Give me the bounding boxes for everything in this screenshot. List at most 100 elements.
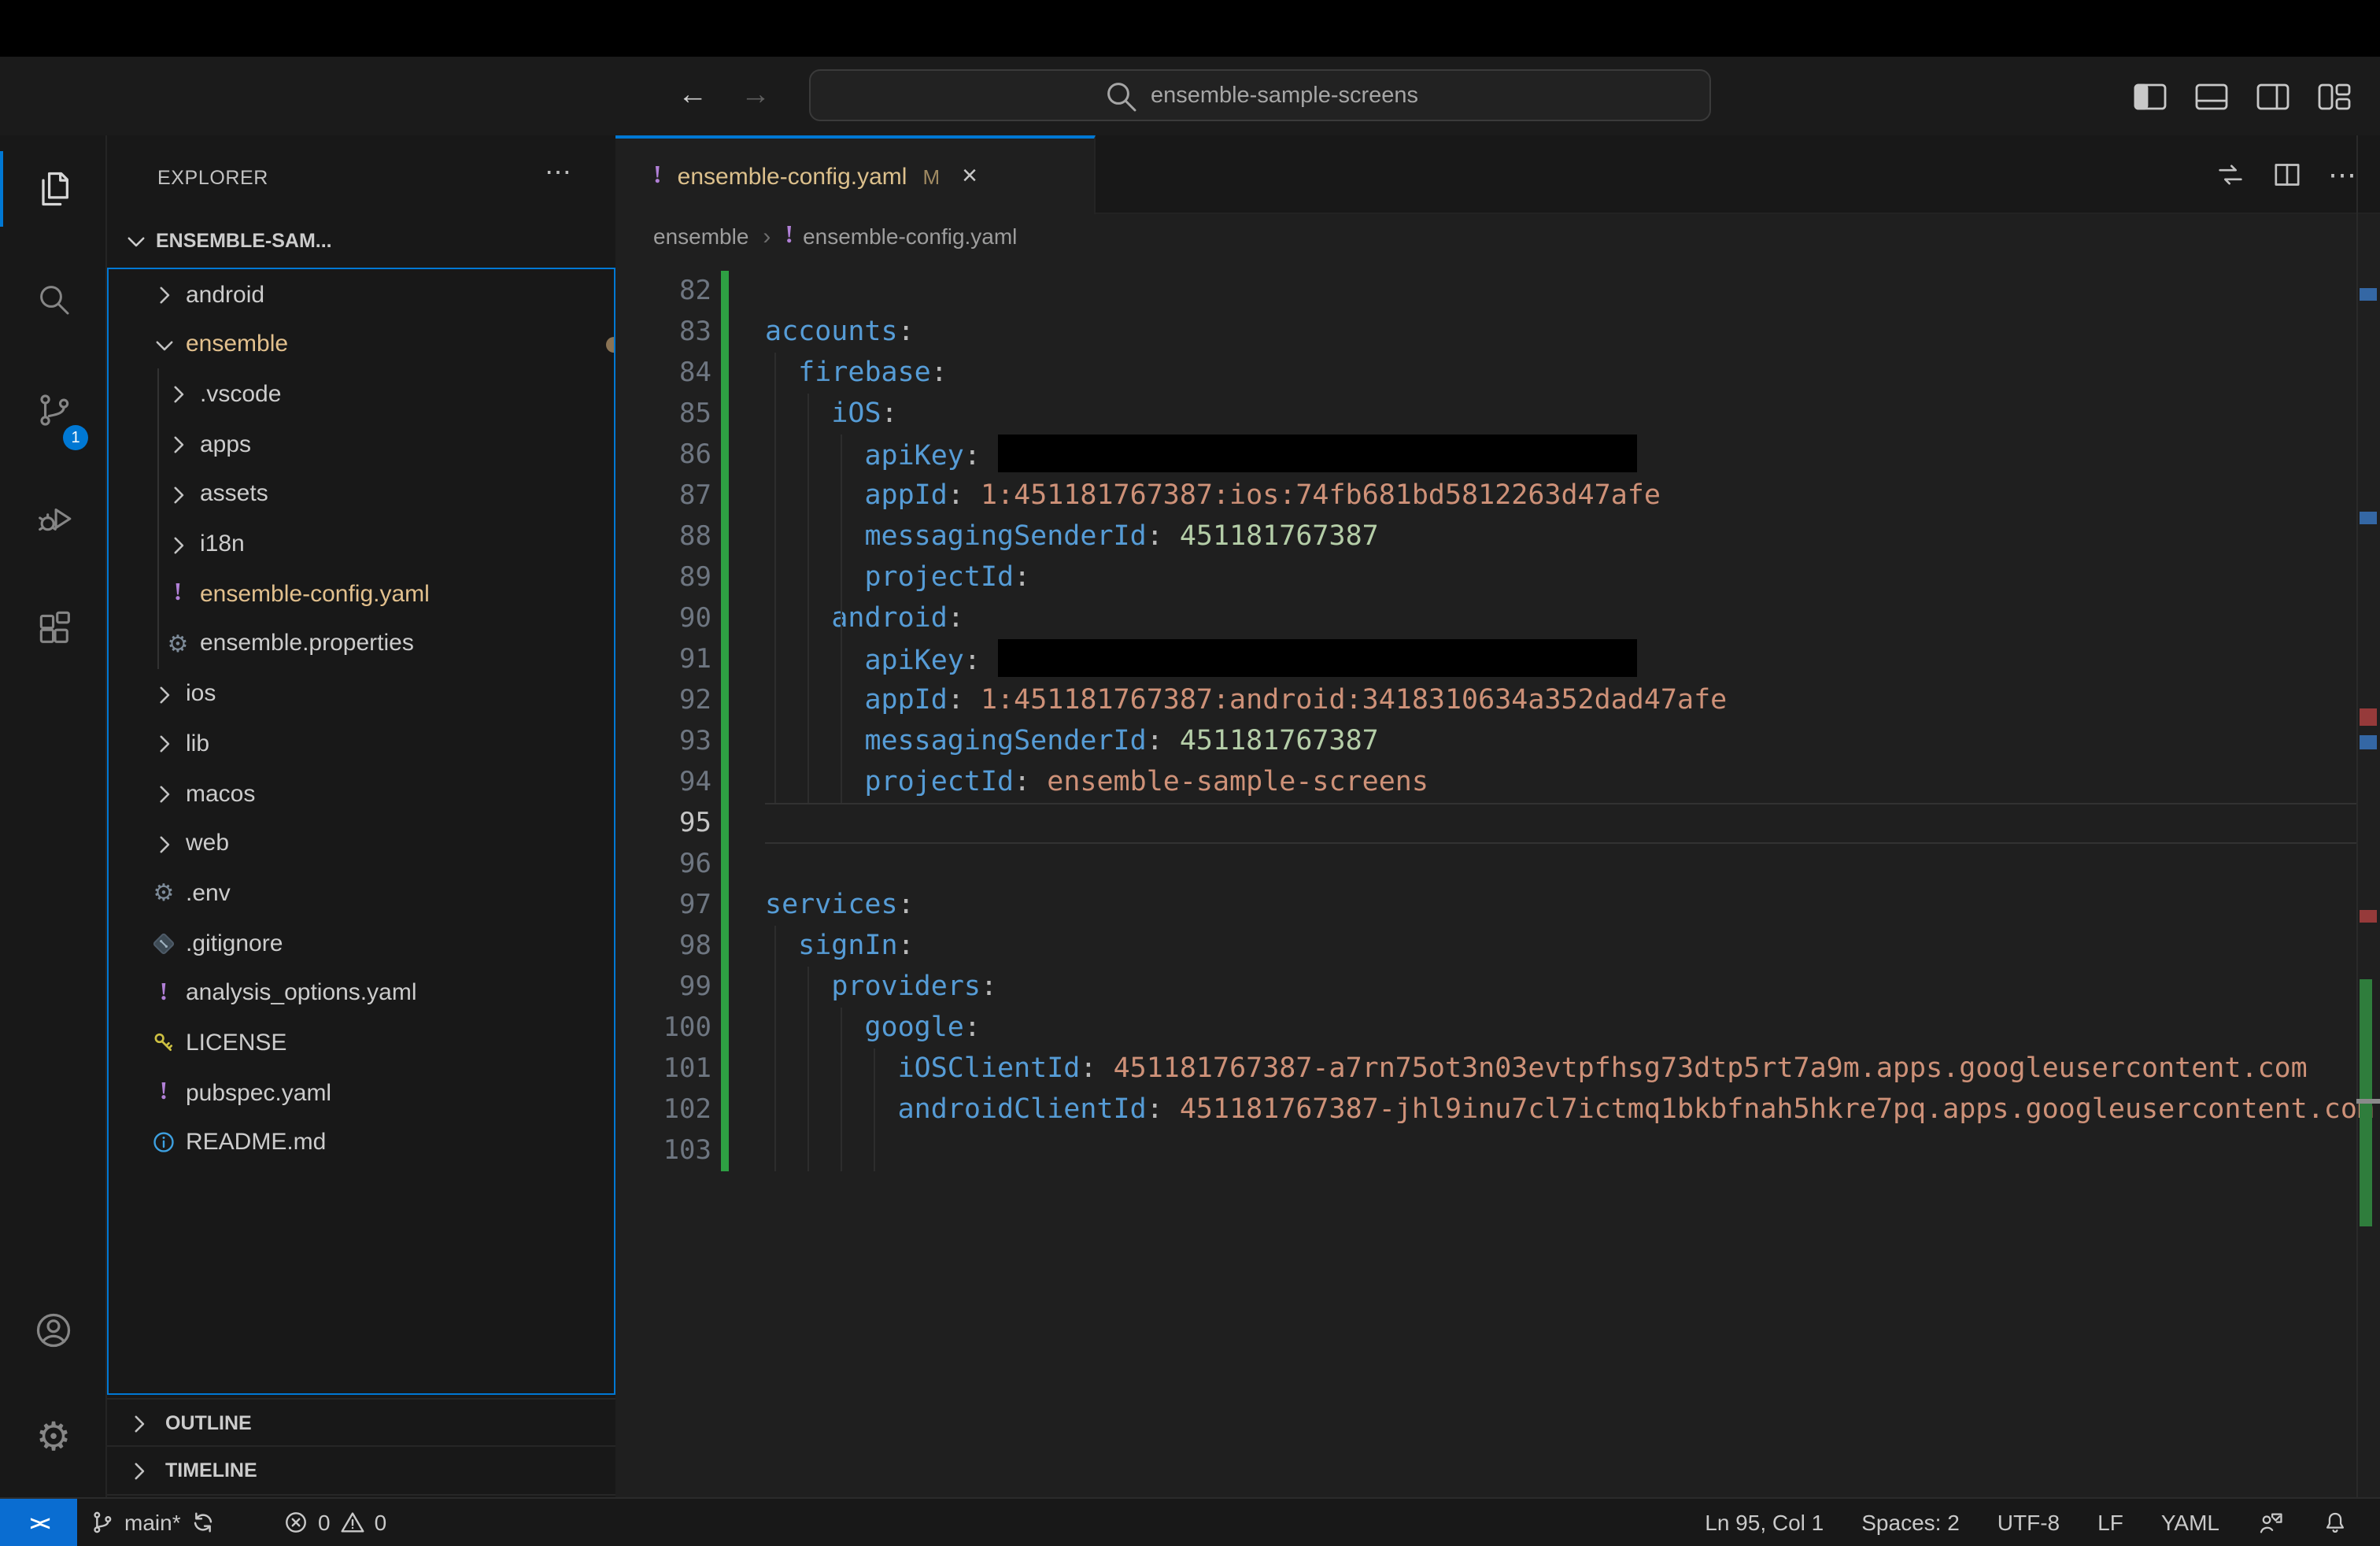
tree-item--vscode[interactable]: .vscode: [109, 369, 615, 420]
code-line-92[interactable]: 92 appId: 1:451181767387:android:3418310…: [615, 680, 2380, 721]
tree-item-license[interactable]: LICENSE: [109, 1018, 615, 1068]
code-text: services:: [765, 885, 915, 926]
feedback-icon[interactable]: [2257, 1509, 2284, 1536]
activity-item-explorer[interactable]: [0, 151, 107, 227]
eol-status[interactable]: LF: [2097, 1510, 2123, 1535]
branch-status[interactable]: main*: [90, 1510, 216, 1535]
workspace-section-header[interactable]: ENSEMBLE-SAM...: [107, 214, 615, 268]
search-input[interactable]: ensemble-sample-screens: [809, 69, 1711, 121]
tree-item-ios[interactable]: ios: [109, 668, 615, 719]
git-added-gutter: [721, 516, 729, 557]
code-line-100[interactable]: 100 google:: [615, 1008, 2380, 1049]
customize-layout-icon[interactable]: [2317, 81, 2352, 111]
chevron-right-icon: [165, 382, 190, 407]
tree-item-android[interactable]: android: [109, 269, 615, 320]
tree-item-analysis-options-yaml[interactable]: !analysis_options.yaml: [109, 968, 615, 1019]
more-actions-icon[interactable]: ⋯: [545, 157, 571, 189]
overview-ruler[interactable]: [2356, 135, 2358, 1497]
chevron-down-icon: [123, 227, 150, 254]
tree-item-label: lib: [186, 730, 209, 757]
indent-guide: [774, 353, 775, 803]
code-line-94[interactable]: 94 projectId: ensemble-sample-screens: [615, 762, 2380, 803]
code-line-90[interactable]: 90 android:: [615, 598, 2380, 639]
indent-guide: [840, 1008, 841, 1171]
activity-item-search[interactable]: [0, 261, 107, 337]
tree-item-readme-md[interactable]: README.md: [109, 1118, 615, 1168]
tree-item-apps[interactable]: apps: [109, 419, 615, 469]
code-editor[interactable]: 8283accounts:84 firebase:85 iOS:86 apiKe…: [615, 135, 2380, 1497]
forward-button[interactable]: →: [732, 57, 779, 135]
code-line-82[interactable]: 82: [615, 271, 2380, 312]
activity-item-run-debug[interactable]: [0, 480, 107, 556]
sidebar-panel-timeline[interactable]: TIMELINE: [107, 1445, 615, 1496]
gear-file-icon: ⚙: [165, 631, 190, 656]
indent-guide: [840, 435, 841, 803]
activity-item-source-control[interactable]: 1: [0, 372, 107, 447]
toggle-panel-icon[interactable]: [2194, 81, 2229, 111]
editor-group: ! ensemble-config.yaml M × ⋯ ensemble›!e…: [615, 135, 2380, 1497]
sync-icon: [190, 1510, 216, 1535]
code-line-97[interactable]: 97services:: [615, 885, 2380, 926]
git-added-gutter: [721, 353, 729, 394]
git-added-gutter: [721, 680, 729, 721]
file-tree: androidensemble .vscode appsassetsi18n!ens…: [107, 268, 615, 1395]
sidebar-panel-outline[interactable]: OUTLINE: [107, 1398, 615, 1447]
code-text: firebase:: [765, 353, 948, 394]
tree-item-i18n[interactable]: i18n: [109, 519, 615, 569]
tree-item-label: web: [186, 830, 229, 856]
line-number: 90: [615, 598, 711, 639]
tree-item-pubspec-yaml[interactable]: !pubspec.yaml: [109, 1067, 615, 1118]
code-line-85[interactable]: 85 iOS:: [615, 394, 2380, 435]
tree-item-web[interactable]: web: [109, 818, 615, 868]
chevron-right-icon: [151, 731, 176, 756]
error-count: 0: [318, 1510, 331, 1535]
bell-icon[interactable]: [2322, 1509, 2349, 1536]
code-line-91[interactable]: 91 apiKey:: [615, 639, 2380, 680]
chevron-right-icon: [126, 1457, 153, 1484]
tree-item-lib[interactable]: lib: [109, 719, 615, 769]
encoding-status[interactable]: UTF-8: [1998, 1510, 2060, 1535]
warning-count: 0: [375, 1510, 387, 1535]
language-mode[interactable]: YAML: [2161, 1510, 2219, 1535]
tree-item-label: .vscode: [200, 381, 281, 408]
code-line-98[interactable]: 98 signIn:: [615, 926, 2380, 967]
indentation-status[interactable]: Spaces: 2: [1861, 1510, 1960, 1535]
code-text: androidClientId: 451181767387-jhl9inu7cl…: [765, 1089, 2374, 1130]
cursor-position[interactable]: Ln 95, Col 1: [1705, 1510, 1824, 1535]
git-added-gutter: [721, 557, 729, 598]
code-text: google:: [765, 1008, 981, 1049]
tree-item-assets[interactable]: assets: [109, 469, 615, 520]
line-number: 88: [615, 516, 711, 557]
activity-item-extensions[interactable]: [0, 589, 107, 664]
panel-label: TIMELINE: [165, 1459, 257, 1481]
code-line-99[interactable]: 99 providers:: [615, 967, 2380, 1008]
code-line-84[interactable]: 84 firebase:: [615, 353, 2380, 394]
code-line-86[interactable]: 86 apiKey:: [615, 435, 2380, 475]
warning-icon: [340, 1510, 365, 1535]
back-button[interactable]: ←: [669, 57, 716, 135]
tree-item-ensemble-config-yaml[interactable]: !ensemble-config.yamlM: [109, 568, 615, 619]
code-line-101[interactable]: 101 iOSClientId: 451181767387-a7rn75ot3n…: [615, 1049, 2380, 1089]
code-line-83[interactable]: 83accounts:: [615, 312, 2380, 353]
redacted-value: [997, 435, 1636, 472]
tree-item-ensemble[interactable]: ensemble: [109, 319, 615, 369]
activity-item-accounts[interactable]: [0, 1293, 107, 1368]
code-text: iOS:: [765, 394, 898, 435]
tree-item-ensemble-properties[interactable]: ⚙ensemble.properties: [109, 619, 615, 669]
code-line-87[interactable]: 87 appId: 1:451181767387:ios:74fb681bd58…: [615, 475, 2380, 516]
tree-item-macos[interactable]: macos: [109, 768, 615, 819]
problems-status[interactable]: 0 0: [283, 1499, 386, 1546]
remote-indicator[interactable]: ><: [0, 1499, 77, 1546]
tree-item--gitignore[interactable]: .gitignore: [109, 918, 615, 968]
activity-item-settings[interactable]: ⚙: [0, 1400, 107, 1475]
tree-item--env[interactable]: ⚙.env: [109, 868, 615, 919]
code-line-88[interactable]: 88 messagingSenderId: 451181767387: [615, 516, 2380, 557]
code-line-93[interactable]: 93 messagingSenderId: 451181767387: [615, 721, 2380, 762]
menu-strip: [0, 0, 2380, 57]
code-line-96[interactable]: 96: [615, 844, 2380, 885]
code-line-102[interactable]: 102 androidClientId: 451181767387-jhl9in…: [615, 1089, 2380, 1130]
code-line-103[interactable]: 103: [615, 1130, 2380, 1171]
code-line-89[interactable]: 89 projectId:: [615, 557, 2380, 598]
toggle-secondary-sidebar-icon[interactable]: [2256, 81, 2290, 111]
toggle-primary-sidebar-icon[interactable]: [2133, 81, 2168, 111]
